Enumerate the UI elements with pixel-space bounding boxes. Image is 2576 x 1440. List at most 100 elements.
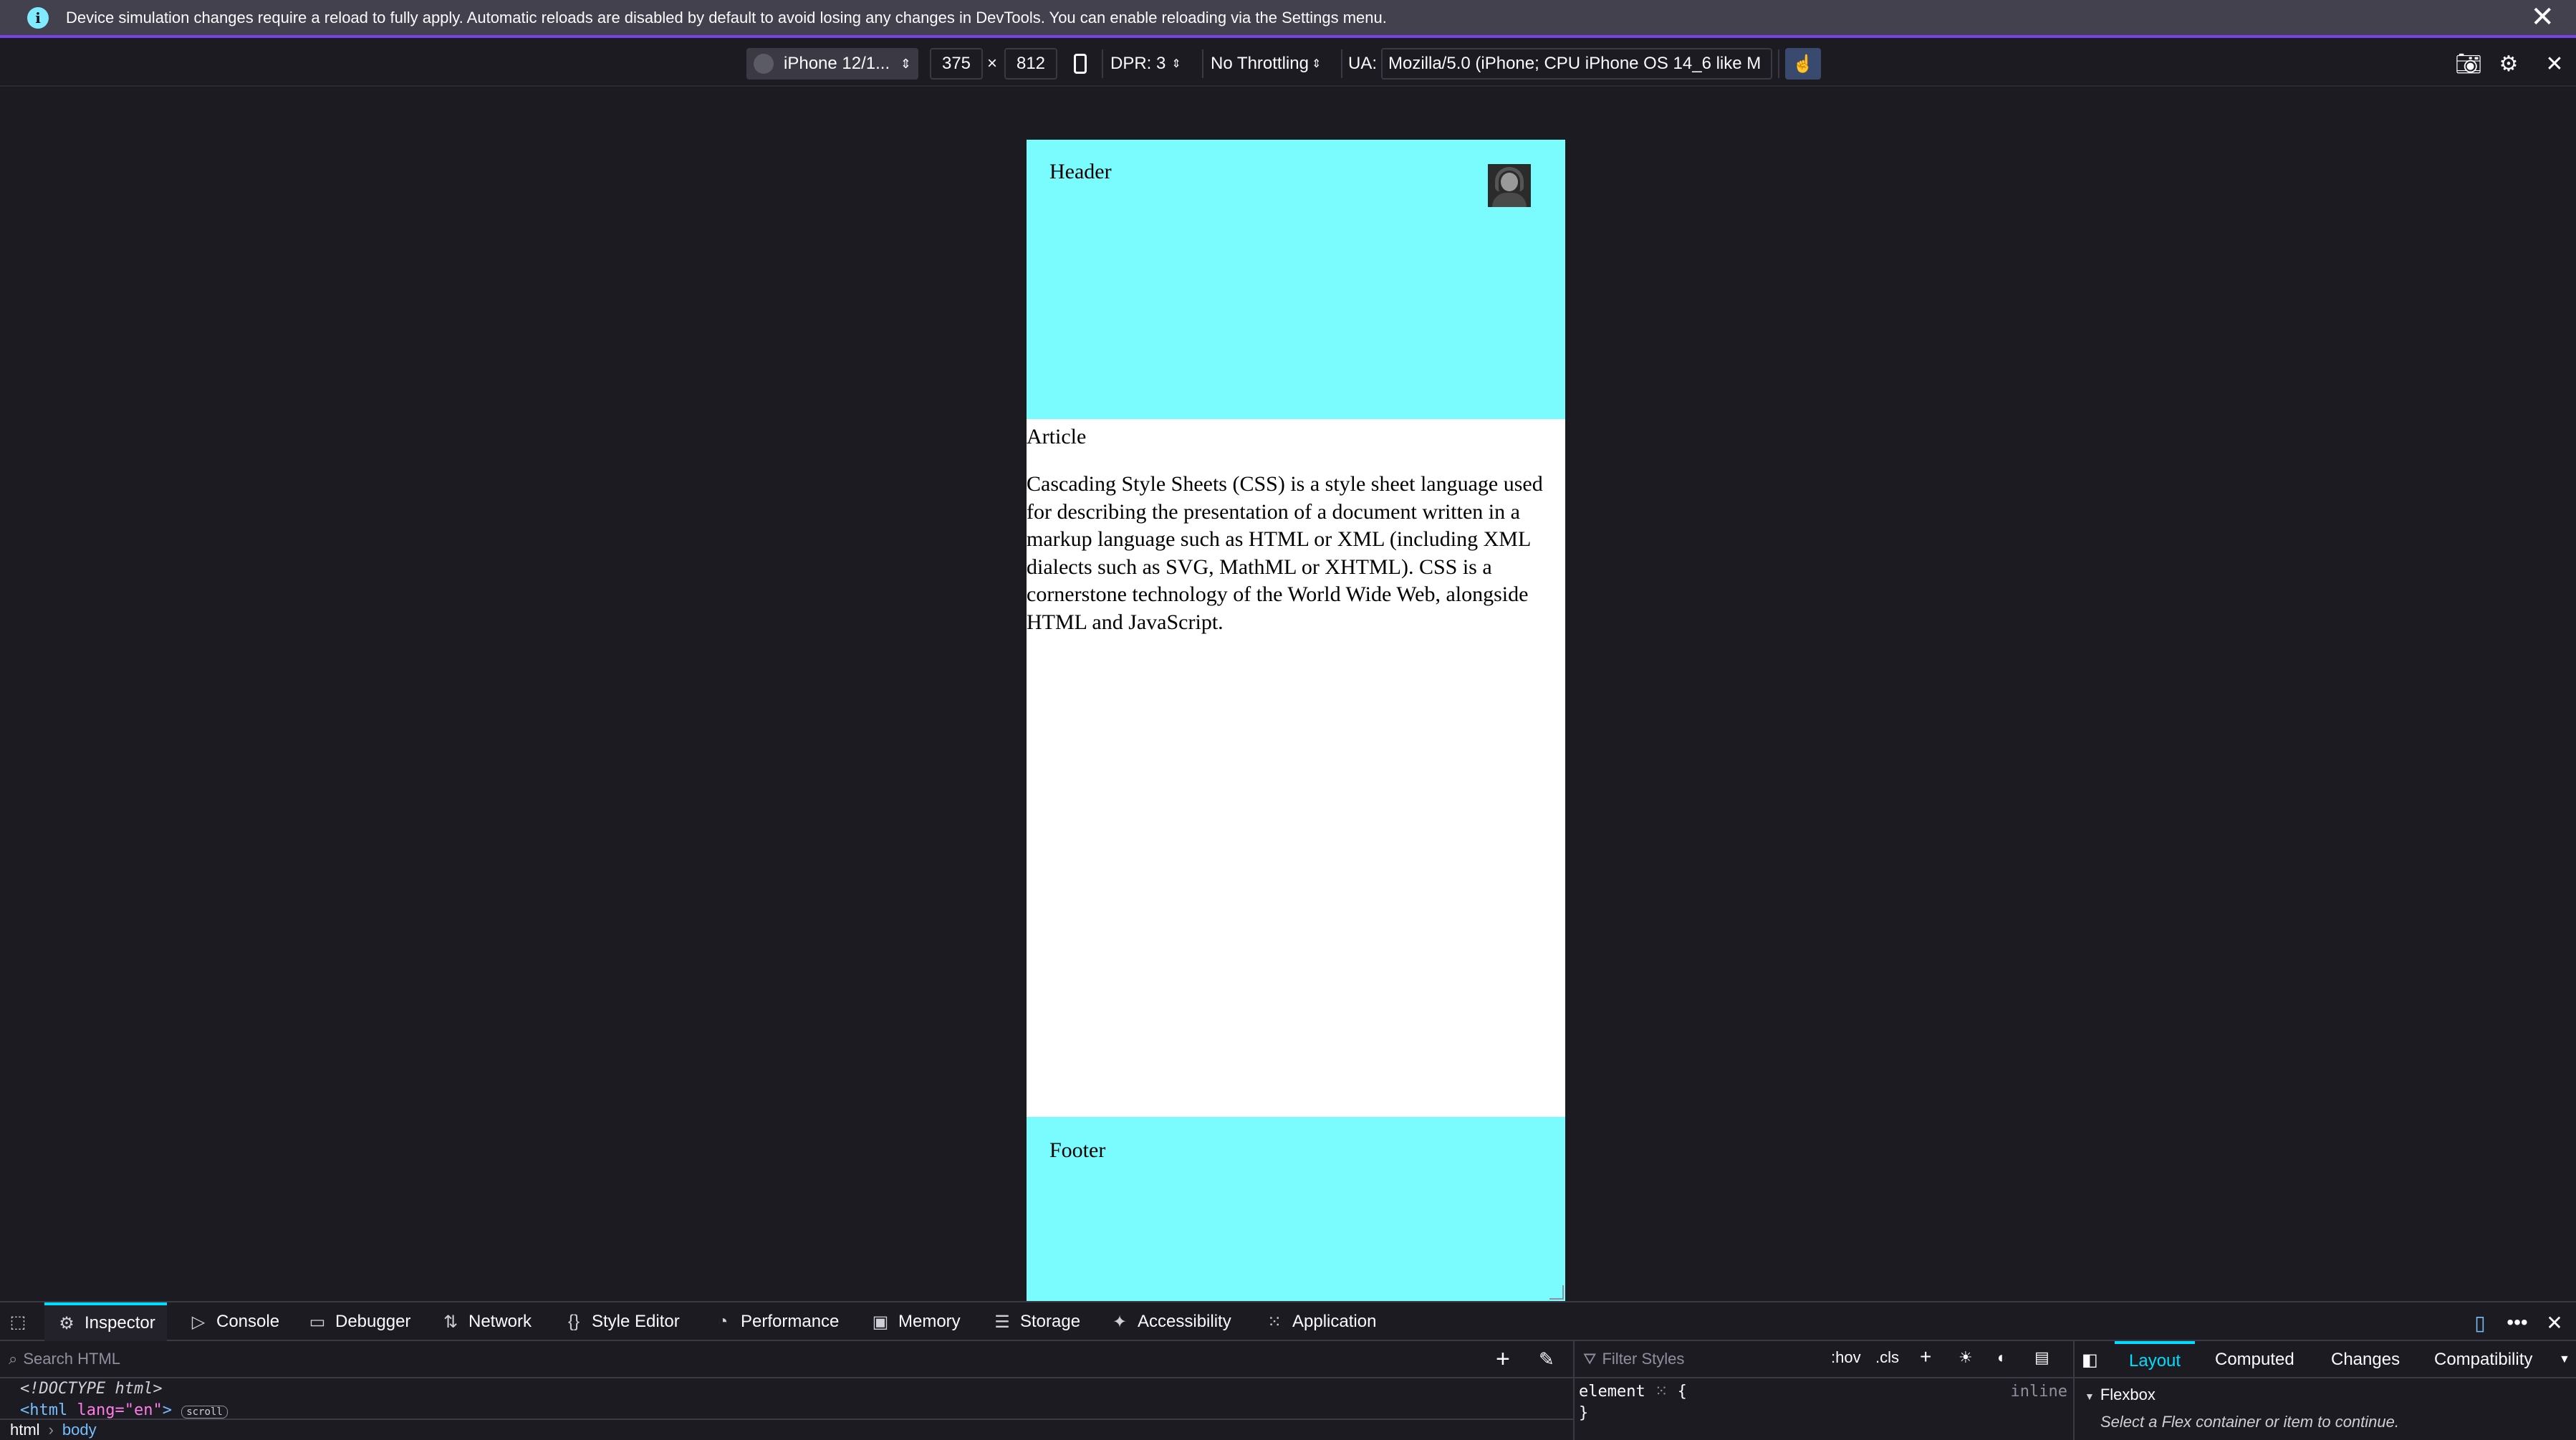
tab-label: Storage <box>1020 1312 1081 1331</box>
close-icon[interactable]: ✕ <box>2530 3 2555 32</box>
page-footer: Footer <box>1027 1117 1565 1301</box>
tab-performance[interactable]: ◔ Performance <box>712 1302 840 1341</box>
info-icon: i <box>27 6 49 29</box>
close-icon: ✕ <box>2545 52 2564 76</box>
picker-icon: ⬚ <box>9 1312 27 1332</box>
cls-toggle[interactable]: .cls <box>1875 1348 1899 1367</box>
tab-label: Inspector <box>85 1313 155 1333</box>
header-title: Header <box>1049 160 1112 183</box>
storage-icon: ☰ <box>994 1312 1010 1332</box>
tab-debugger[interactable]: ▭ Debugger <box>307 1302 411 1341</box>
device-viewport[interactable]: Header Article Cascading Style Sheets (C… <box>1027 140 1565 1301</box>
chevron-updown-icon: ⇕ <box>900 56 911 71</box>
notification-bar: i Device simulation changes require a re… <box>0 0 2576 38</box>
scroll-badge[interactable]: scroll <box>181 1406 228 1419</box>
device-icon <box>754 54 774 74</box>
dpr-selector[interactable]: DPR: 3 ⇕ <box>1110 48 1181 80</box>
throttling-label: No Throttling <box>1211 54 1309 73</box>
add-node-icon[interactable]: + <box>1496 1345 1510 1373</box>
tab-layout[interactable]: Layout <box>2115 1341 2196 1378</box>
tab-storage[interactable]: ☰ Storage <box>991 1302 1080 1341</box>
layout-sidebar: ◧ Layout Computed Changes Compatibility … <box>2075 1341 2576 1440</box>
close-rdm-button[interactable]: ✕ <box>2540 49 2569 78</box>
breadcrumb: html › body <box>0 1419 1573 1440</box>
markup-attr: lang="en" <box>77 1401 163 1419</box>
tab-application[interactable]: ⁙ Application <box>1264 1302 1376 1341</box>
width-input[interactable]: 375 <box>930 48 983 80</box>
responsive-mode-icon: ▯ <box>2474 1311 2486 1334</box>
rotate-button[interactable] <box>1066 48 1095 80</box>
rules-panel: ⛛ Filter Styles :hov .cls + ☀ ◐ ▤ elemen… <box>1575 1341 2073 1440</box>
tab-memory[interactable]: ▣ Memory <box>870 1302 961 1341</box>
rule-source: inline <box>2010 1383 2067 1401</box>
breadcrumb-html[interactable]: html <box>10 1421 40 1439</box>
resize-handle[interactable] <box>1549 1285 1564 1300</box>
tab-compatibility[interactable]: Compatibility <box>2434 1341 2532 1378</box>
chevron-down-icon: ▼ <box>2085 1391 2095 1402</box>
flexbox-title: Flexbox <box>2100 1386 2156 1403</box>
page-article: Article Cascading Style Sheets (CSS) is … <box>1027 419 1565 636</box>
gear-icon: ⚙ <box>2499 52 2519 76</box>
rule-selector: element <box>1579 1383 1645 1401</box>
search-html-input[interactable] <box>23 1350 1313 1368</box>
hov-toggle[interactable]: :hov <box>1831 1348 1861 1367</box>
article-title: Article <box>1027 425 1087 448</box>
flexbox-header[interactable]: ▼ Flexbox <box>2085 1386 2576 1404</box>
console-icon: ▷ <box>191 1312 206 1332</box>
screenshot-button[interactable]: 📷︎ <box>2454 49 2483 78</box>
dimension-separator: × <box>987 54 998 73</box>
tab-computed[interactable]: Computed <box>2215 1341 2294 1378</box>
hand-pointer-icon: ☝ <box>1792 54 1814 74</box>
device-selector[interactable]: iPhone 12/1... ⇕ <box>746 48 918 80</box>
devtools-panel: ⌕ + ✎ <!DOCTYPE html> <html lang="en"> s… <box>0 1341 2576 1440</box>
throttling-selector[interactable]: No Throttling ⇕ <box>1211 48 1321 80</box>
flexbox-hint: Select a Flex container or item to conti… <box>2100 1413 2399 1431</box>
chevron-right-icon: › <box>48 1421 54 1439</box>
touch-simulation-button[interactable]: ☝ <box>1785 48 1821 80</box>
gauge-icon: ◔ <box>717 1312 729 1331</box>
user-agent-input[interactable]: Mozilla/5.0 (iPhone; CPU iPhone OS 14_6 … <box>1381 48 1772 80</box>
footer-title: Footer <box>1049 1138 1106 1162</box>
filter-styles-bar: ⛛ Filter Styles :hov .cls + ☀ ◐ ▤ <box>1575 1341 2073 1378</box>
markup-search-bar: ⌕ + ✎ <box>0 1341 1573 1378</box>
print-media-icon[interactable]: ▤ <box>2034 1348 2049 1367</box>
sidebar-toggle-button[interactable]: ◧ <box>2082 1341 2098 1378</box>
sidebar-icon: ◧ <box>2082 1350 2098 1370</box>
eyedropper-icon[interactable]: ✎ <box>1539 1348 1554 1371</box>
light-mode-icon[interactable]: ☀ <box>1959 1348 1973 1367</box>
chevron-down-icon[interactable]: ▼ <box>2559 1341 2570 1378</box>
filter-icon: ⛛ <box>1583 1350 1597 1368</box>
more-options-button[interactable]: ••• <box>2503 1308 2532 1337</box>
tab-console[interactable]: ▷ Console <box>188 1302 279 1341</box>
breadcrumb-body[interactable]: body <box>62 1421 97 1439</box>
markup-tag-close: > <box>162 1401 172 1419</box>
rdm-toggle-button[interactable]: ▯ <box>2466 1308 2494 1337</box>
close-devtools-button[interactable]: ✕ <box>2540 1308 2569 1337</box>
tab-label: Debugger <box>335 1312 411 1331</box>
tab-label: Console <box>216 1312 280 1331</box>
settings-button[interactable]: ⚙ <box>2494 49 2523 78</box>
sidebar-tabs: ◧ Layout Computed Changes Compatibility … <box>2075 1341 2576 1378</box>
avatar <box>1488 164 1531 207</box>
tab-style-editor[interactable]: {} Style Editor <box>563 1302 680 1341</box>
add-rule-icon[interactable]: + <box>1920 1345 1931 1368</box>
responsive-design-toolbar: iPhone 12/1... ⇕ 375 × 812 DPR: 3 ⇕ No Th… <box>0 41 2576 87</box>
tab-changes[interactable]: Changes <box>2331 1341 2400 1378</box>
markup-view[interactable]: <!DOCTYPE html> <html lang="en"> scroll <box>20 1378 228 1423</box>
debugger-icon: ▭ <box>309 1312 326 1332</box>
search-icon: ⌕ <box>9 1350 18 1368</box>
element-rule[interactable]: element ⁙ { } inline <box>1575 1378 2073 1424</box>
dark-mode-icon[interactable]: ◐ <box>1997 1348 2007 1367</box>
element-picker-button[interactable]: ⬚ <box>7 1302 36 1341</box>
tab-label: Performance <box>741 1312 840 1331</box>
dpr-label: DPR: 3 <box>1110 54 1166 73</box>
filter-styles-input[interactable]: Filter Styles <box>1602 1350 1684 1368</box>
tab-network[interactable]: ⇅ Network <box>440 1302 532 1341</box>
grid-icon: ⁙ <box>1267 1312 1282 1332</box>
rotate-icon <box>1074 54 1087 74</box>
height-input[interactable]: 812 <box>1004 48 1057 80</box>
tab-accessibility[interactable]: ✦ Accessibility <box>1109 1302 1231 1341</box>
markup-doctype[interactable]: <!DOCTYPE html> <box>20 1378 228 1400</box>
tab-inspector[interactable]: ⚙ Inspector <box>44 1302 167 1341</box>
accessibility-icon: ✦ <box>1112 1312 1128 1332</box>
